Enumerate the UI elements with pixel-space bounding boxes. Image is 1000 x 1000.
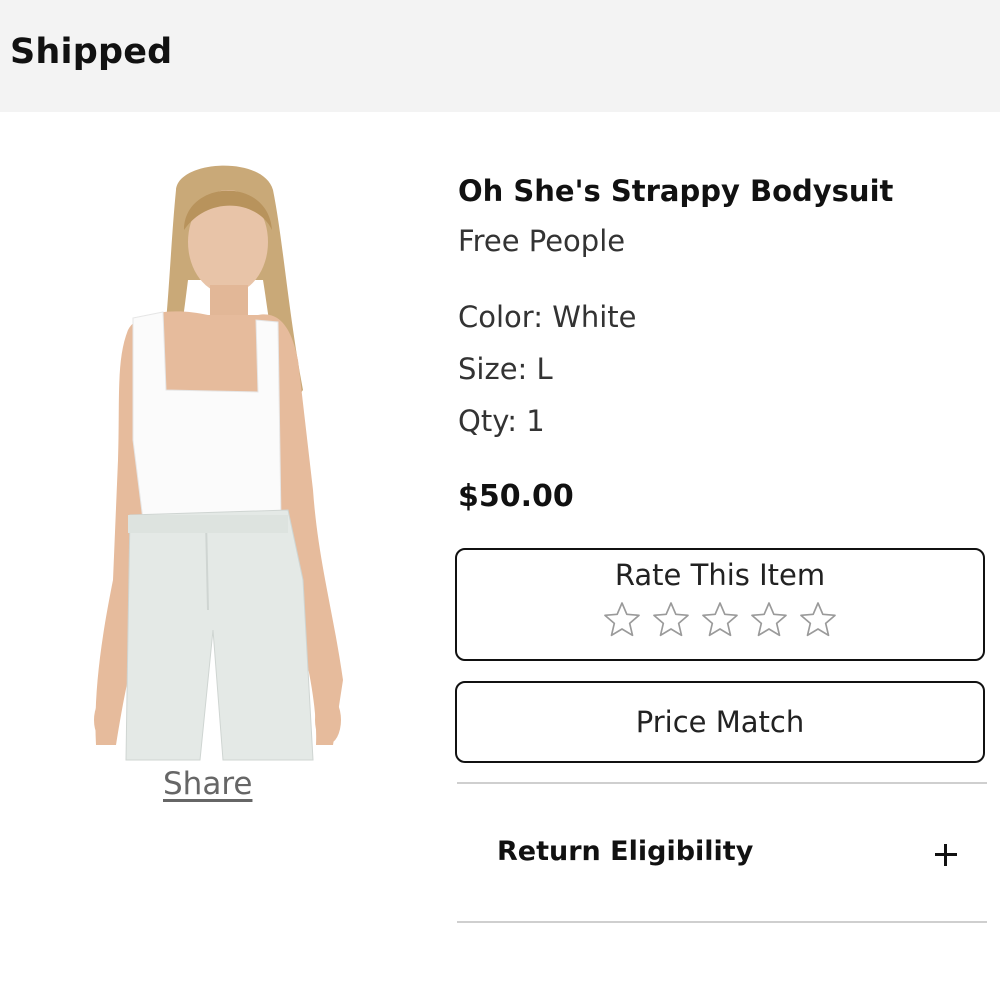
product-price: $50.00 (458, 479, 574, 514)
order-status-header: Shipped (0, 0, 1000, 112)
product-image[interactable] (88, 160, 352, 764)
star-icon[interactable] (651, 600, 691, 640)
return-eligibility-label: Return Eligibility (497, 836, 754, 867)
product-qty: Qty: 1 (458, 404, 545, 438)
price-match-label: Price Match (635, 705, 805, 739)
product-brand: Free People (458, 224, 626, 258)
order-status-title: Shipped (10, 32, 173, 72)
star-icon[interactable] (602, 600, 642, 640)
plus-icon[interactable] (935, 844, 957, 866)
product-size: Size: L (458, 352, 553, 386)
share-link[interactable]: Share (163, 766, 252, 802)
rate-item-label: Rate This Item (614, 558, 826, 592)
price-match-button[interactable]: Price Match (455, 681, 985, 763)
product-photo-icon (94, 165, 344, 761)
star-icon[interactable] (749, 600, 789, 640)
product-name[interactable]: Oh She's Strappy Bodysuit (458, 174, 893, 208)
divider (457, 921, 987, 923)
product-color: Color: White (458, 300, 637, 334)
star-icon[interactable] (700, 600, 740, 640)
rating-stars[interactable] (457, 600, 983, 640)
star-icon[interactable] (798, 600, 838, 640)
return-eligibility-toggle[interactable]: Return Eligibility (457, 784, 987, 921)
rate-item-button[interactable]: Rate This Item (455, 548, 985, 661)
